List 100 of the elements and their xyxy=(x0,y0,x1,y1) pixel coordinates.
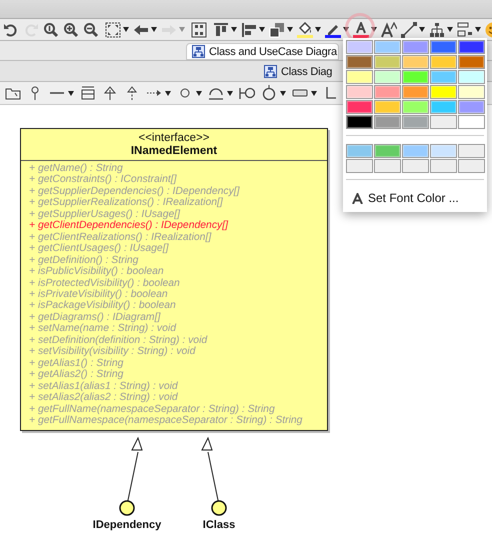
color-swatch[interactable] xyxy=(402,70,429,84)
color-swatch[interactable] xyxy=(346,70,373,84)
color-swatch[interactable] xyxy=(402,100,429,114)
zoom-out-icon[interactable] xyxy=(83,22,99,38)
caret-icon[interactable] xyxy=(196,90,202,96)
interface-circle-icon[interactable] xyxy=(119,500,135,516)
cycle-icon[interactable] xyxy=(261,85,277,101)
shape-layout-icon[interactable] xyxy=(457,22,473,38)
operation-text: + getSupplierRealizations() : IRealization[] xyxy=(29,197,223,209)
color-swatch[interactable] xyxy=(346,159,373,173)
interface-class-box[interactable] xyxy=(20,128,328,432)
interface-circle-icon[interactable] xyxy=(211,500,227,516)
color-swatch[interactable] xyxy=(346,100,373,114)
interface-name: IDependency xyxy=(92,519,162,531)
font-color-icon[interactable] xyxy=(353,22,369,38)
diagram-icon xyxy=(192,45,205,58)
color-swatch[interactable] xyxy=(402,85,429,99)
color-swatch[interactable] xyxy=(430,70,457,84)
caret-icon[interactable] xyxy=(123,27,129,32)
color-swatch[interactable] xyxy=(374,85,401,99)
up-arrow-icon[interactable] xyxy=(102,85,118,101)
class-name: INamedElement xyxy=(130,145,218,158)
color-swatch[interactable] xyxy=(430,100,457,114)
caret-icon[interactable] xyxy=(371,27,377,32)
caret-icon[interactable] xyxy=(259,27,265,32)
caret-icon[interactable] xyxy=(315,27,321,32)
diagram-tab[interactable]: Class and UseCase Diagra xyxy=(186,43,339,60)
color-swatch[interactable] xyxy=(458,70,485,84)
operation-text: + getFullName(namespaceSeparator : String) : String xyxy=(29,404,275,415)
caret-icon[interactable] xyxy=(227,90,233,96)
color-swatch[interactable] xyxy=(374,159,401,173)
font-size-icon[interactable] xyxy=(381,22,397,38)
color-swatch[interactable] xyxy=(374,100,401,114)
color-swatch[interactable] xyxy=(430,55,457,69)
color-swatch[interactable] xyxy=(346,55,373,69)
caret-icon[interactable] xyxy=(311,90,317,96)
operation-text: + getDiagrams() : IDiagram[] xyxy=(29,312,160,324)
color-swatch[interactable] xyxy=(346,115,373,129)
undo-icon[interactable] xyxy=(3,22,19,38)
color-swatch[interactable] xyxy=(346,85,373,99)
color-swatch[interactable] xyxy=(458,85,485,99)
color-swatch[interactable] xyxy=(374,40,401,54)
color-swatch[interactable] xyxy=(402,144,429,158)
color-swatch[interactable] xyxy=(430,159,457,173)
operation-text: + setDefinition(definition : String) : void xyxy=(29,334,208,346)
color-swatch[interactable] xyxy=(430,144,457,158)
magnifier-icon[interactable] xyxy=(43,22,59,38)
caret-icon[interactable] xyxy=(68,90,74,96)
color-swatch[interactable] xyxy=(374,70,401,84)
caret-icon[interactable] xyxy=(280,90,286,96)
caret-icon[interactable] xyxy=(231,27,237,32)
operation-text: + isProtectedVisibility() : boolean xyxy=(29,278,180,289)
color-swatch[interactable] xyxy=(374,115,401,129)
caret-icon[interactable] xyxy=(165,90,171,96)
color-swatch[interactable] xyxy=(374,55,401,69)
color-swatch[interactable] xyxy=(430,40,457,54)
caret-icon[interactable] xyxy=(447,27,453,32)
set-font-color-item[interactable]: Set Font Color ... xyxy=(343,186,487,212)
operation-text: + getSupplierDependencies() : IDependency[] xyxy=(29,186,240,198)
caret-icon[interactable] xyxy=(419,27,425,32)
color-swatch[interactable] xyxy=(402,55,429,69)
paint-bucket-icon[interactable] xyxy=(297,22,313,38)
operation-text: + getAlias1() : String xyxy=(29,358,124,370)
connector-icon[interactable] xyxy=(401,22,417,38)
caret-icon[interactable] xyxy=(287,27,293,32)
align-top-icon[interactable] xyxy=(213,22,229,38)
align-left-icon[interactable] xyxy=(241,22,257,38)
color-swatch[interactable] xyxy=(458,55,485,69)
class-icon[interactable] xyxy=(80,85,96,101)
color-swatch[interactable] xyxy=(458,144,485,158)
operation-text: + isPackageVisibility() : boolean xyxy=(29,300,176,312)
operation-text: + getAlias2() : String xyxy=(29,369,124,381)
caret-icon[interactable] xyxy=(475,27,481,32)
color-swatch[interactable] xyxy=(346,40,373,54)
operation-text: + getClientDependencies() : IDependency[] xyxy=(29,220,228,232)
zoom-in-icon[interactable] xyxy=(63,22,79,38)
color-swatch[interactable] xyxy=(374,144,401,158)
tree-icon[interactable] xyxy=(429,22,445,38)
diagram-tab[interactable]: Class Diag xyxy=(258,62,334,81)
operation-text: + getName() : String xyxy=(29,163,123,174)
dashed-up-arrow-icon[interactable] xyxy=(124,85,140,101)
stacked-squares-icon[interactable] xyxy=(269,22,285,38)
fit-screen-icon[interactable] xyxy=(105,22,121,38)
color-swatch[interactable] xyxy=(402,115,429,129)
caret-icon[interactable] xyxy=(343,27,349,32)
layout-icon[interactable] xyxy=(191,22,207,38)
caret-icon[interactable] xyxy=(151,27,157,32)
color-swatch[interactable] xyxy=(458,40,485,54)
color-swatch[interactable] xyxy=(430,85,457,99)
color-swatch[interactable] xyxy=(430,115,457,129)
color-swatch[interactable] xyxy=(458,159,485,173)
lollipop-icon[interactable] xyxy=(239,85,255,101)
operation-text: + getClientRealizations() : IRealization[] xyxy=(29,232,212,244)
color-swatch[interactable] xyxy=(402,159,429,173)
operation-text: + isPublicVisibility() : boolean xyxy=(29,266,164,278)
color-swatch[interactable] xyxy=(458,100,485,114)
color-swatch[interactable] xyxy=(458,115,485,129)
operation-text: + setAlias2(alias2 : String) : void xyxy=(29,392,178,404)
color-swatch[interactable] xyxy=(346,144,373,158)
color-swatch[interactable] xyxy=(402,40,429,54)
